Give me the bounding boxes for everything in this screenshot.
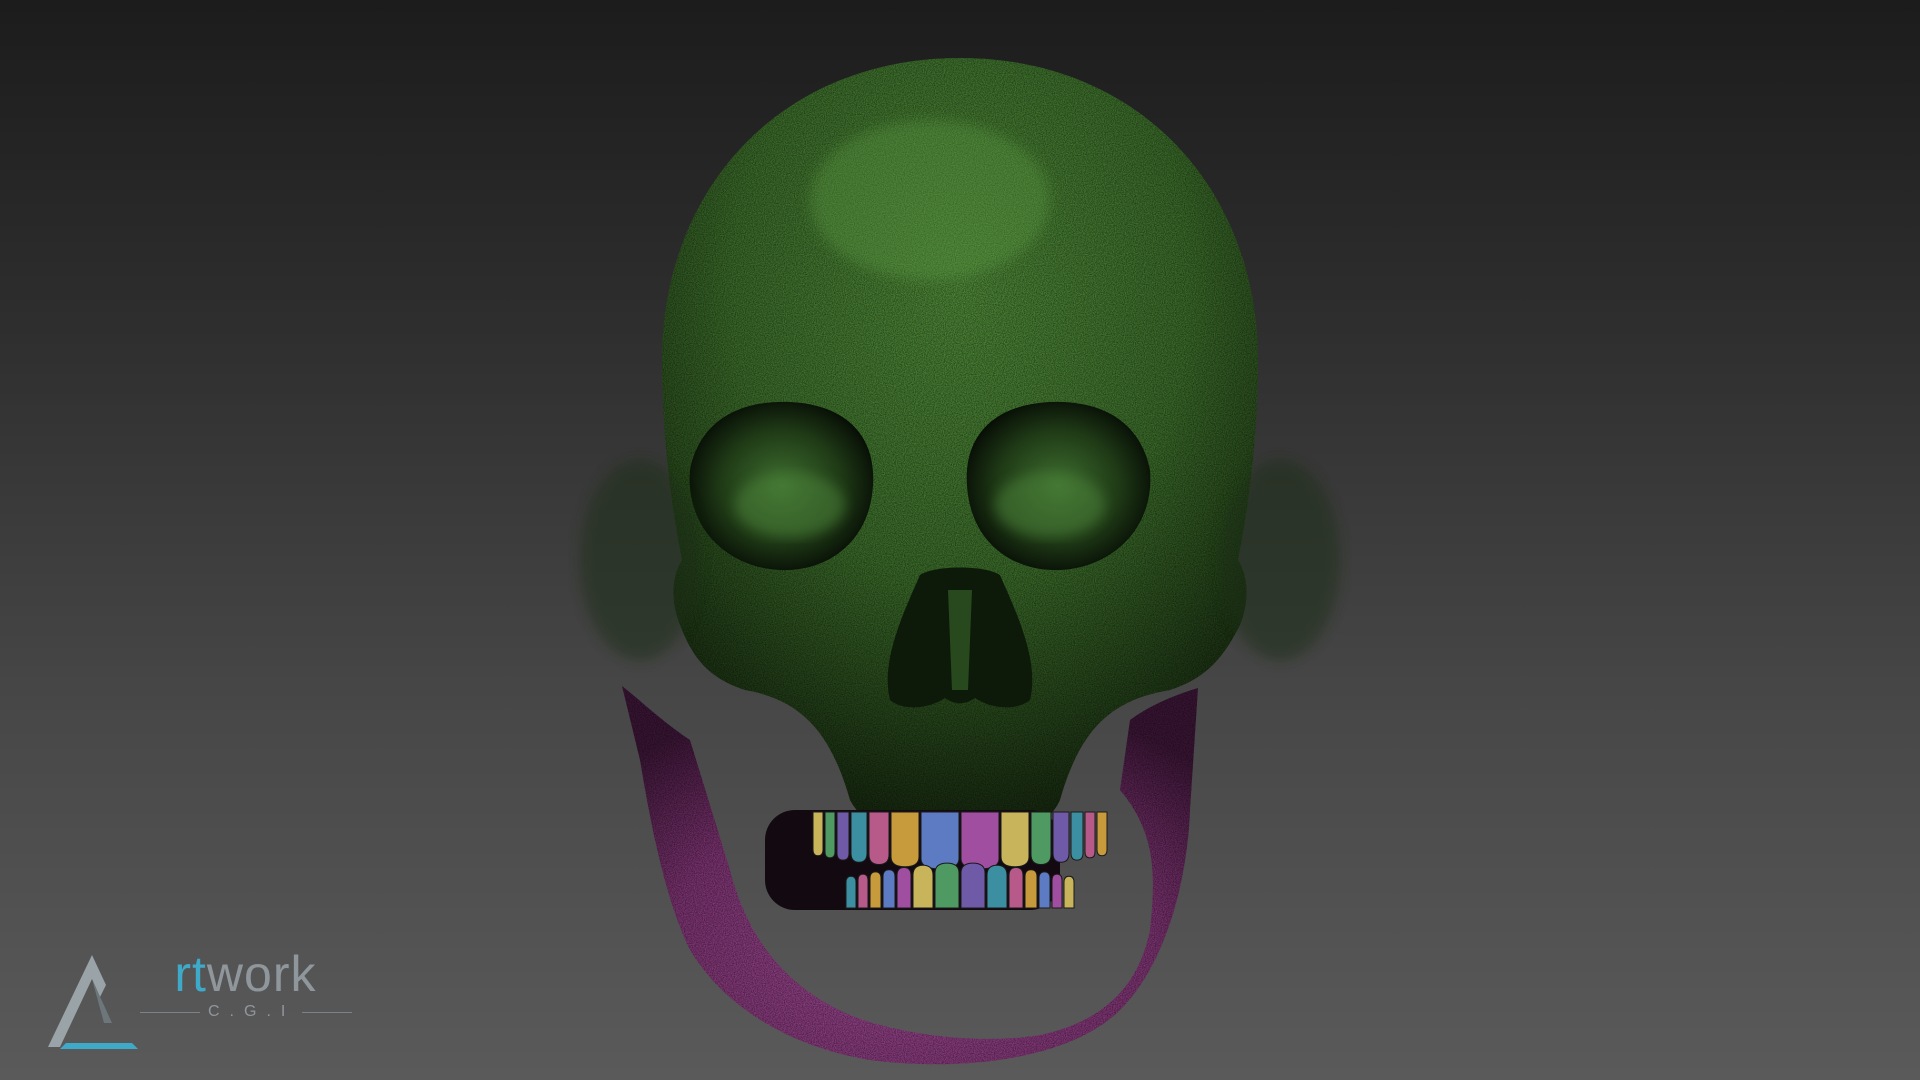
teeth <box>765 810 1108 910</box>
lower-tooth <box>1008 866 1024 909</box>
upper-tooth <box>1000 811 1030 868</box>
lower-tooth <box>1051 873 1063 909</box>
logo-wordmark-accent: rt <box>174 946 207 1002</box>
upper-tooth <box>1096 811 1108 857</box>
upper-tooth <box>890 811 920 868</box>
logo-subtitle: C.G.I <box>208 1003 296 1020</box>
upper-tooth <box>1070 811 1084 861</box>
logo-wordmark-rest: work <box>206 946 317 1002</box>
upper-tooth <box>812 811 824 857</box>
lower-tooth <box>960 862 986 909</box>
lower-tooth <box>845 875 857 909</box>
skull-render <box>580 58 1340 1065</box>
lower-tooth <box>882 869 896 909</box>
lower-tooth <box>1024 869 1038 909</box>
logo-line-right <box>302 1012 352 1013</box>
artwork-cgi-logo: Artwork C.G.I <box>40 945 380 1060</box>
logo-wordmark: Artwork <box>140 949 316 999</box>
lower-tooth <box>857 873 869 909</box>
upper-tooth <box>824 811 836 859</box>
lower-tooth <box>869 871 882 909</box>
upper-tooth <box>868 811 890 866</box>
lower-tooth <box>986 864 1008 909</box>
upper-tooth <box>850 811 868 863</box>
lower-tooth <box>1038 871 1051 909</box>
3d-viewport[interactable] <box>0 0 1920 1080</box>
upper-tooth <box>960 811 1000 870</box>
lower-tooth <box>934 862 960 909</box>
upper-tooth <box>1052 811 1070 863</box>
upper-tooth <box>920 811 960 870</box>
upper-tooth <box>836 811 850 861</box>
lower-tooth <box>912 864 934 909</box>
logo-a-mark-icon <box>48 955 138 1049</box>
logo-line-left <box>140 1012 200 1013</box>
lower-tooth <box>1063 875 1075 909</box>
lower-tooth <box>896 866 912 909</box>
upper-tooth <box>1084 811 1096 859</box>
upper-tooth <box>1030 811 1052 866</box>
